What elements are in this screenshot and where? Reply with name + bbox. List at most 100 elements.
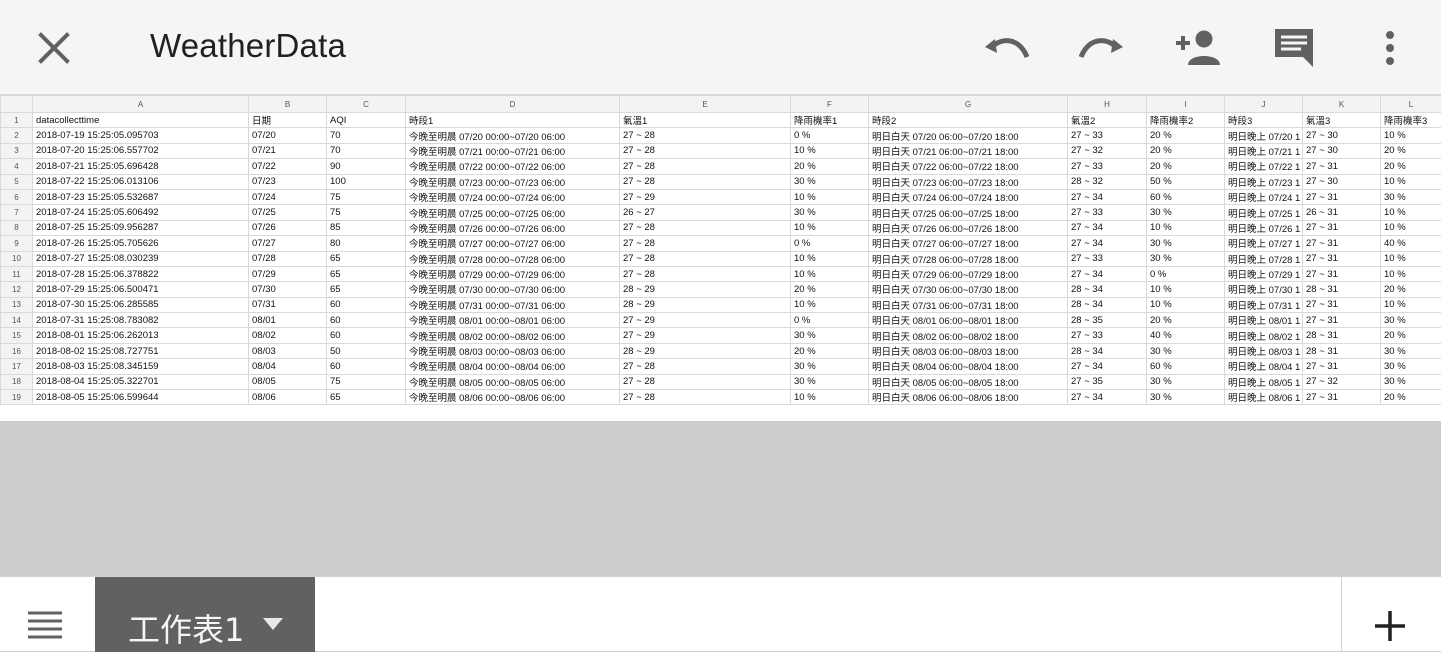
cell[interactable]: 60 — [327, 359, 406, 374]
cell[interactable]: 明日晚上 07/22 1 — [1225, 159, 1303, 174]
cell[interactable]: 27 ~ 28 — [620, 220, 791, 235]
cell[interactable]: 27 ~ 32 — [1068, 143, 1147, 158]
cell[interactable]: 27 ~ 31 — [1303, 390, 1381, 405]
add-sheet-button[interactable] — [1371, 607, 1409, 645]
cell[interactable]: 65 — [327, 266, 406, 281]
cell[interactable]: 65 — [327, 282, 406, 297]
row-number[interactable]: 4 — [1, 159, 33, 174]
cell[interactable]: 2018-07-25 15:25:09.956287 — [33, 220, 249, 235]
cell[interactable]: 明日晚上 08/03 1 — [1225, 343, 1303, 358]
cell[interactable]: 07/27 — [249, 236, 327, 251]
row-number[interactable]: 7 — [1, 205, 33, 220]
cell[interactable]: 27 ~ 28 — [620, 174, 791, 189]
cell[interactable]: 27 ~ 34 — [1068, 390, 1147, 405]
cell[interactable]: 28 ~ 34 — [1068, 282, 1147, 297]
cell[interactable]: 2018-07-28 15:25:06.378822 — [33, 266, 249, 281]
cell[interactable]: 27 ~ 31 — [1303, 189, 1381, 204]
cell[interactable]: 40 % — [1147, 328, 1225, 343]
cell[interactable]: 27 ~ 29 — [620, 189, 791, 204]
row-number[interactable]: 8 — [1, 220, 33, 235]
cell[interactable]: 27 ~ 31 — [1303, 313, 1381, 328]
cell[interactable]: 10 % — [791, 189, 869, 204]
cell[interactable]: 明日晚上 07/25 1 — [1225, 205, 1303, 220]
cell[interactable]: 今晚至明晨 08/03 00:00~08/03 06:00 — [406, 343, 620, 358]
cell[interactable]: 27 ~ 35 — [1068, 374, 1147, 389]
column-header[interactable]: J — [1225, 96, 1303, 113]
cell[interactable]: AQI — [327, 113, 406, 128]
cell[interactable]: 60 % — [1147, 189, 1225, 204]
cell[interactable]: 明日白天 08/01 06:00~08/01 18:00 — [869, 313, 1068, 328]
cell[interactable]: 今晚至明晨 07/26 00:00~07/26 06:00 — [406, 220, 620, 235]
cell[interactable]: 07/22 — [249, 159, 327, 174]
cell[interactable]: 0 % — [791, 128, 869, 143]
cell[interactable]: 明日晚上 08/06 1 — [1225, 390, 1303, 405]
cell[interactable]: 27 ~ 28 — [620, 128, 791, 143]
row-number[interactable]: 3 — [1, 143, 33, 158]
cell[interactable]: 30 % — [1147, 374, 1225, 389]
cell[interactable]: 08/06 — [249, 390, 327, 405]
cell[interactable]: 降雨機率1 — [791, 113, 869, 128]
cell[interactable]: 明日晚上 07/24 1 — [1225, 189, 1303, 204]
column-header[interactable]: I — [1147, 96, 1225, 113]
cell[interactable]: 10 % — [1381, 220, 1441, 235]
cell[interactable]: 27 ~ 31 — [1303, 266, 1381, 281]
cell[interactable]: 30 % — [1381, 359, 1441, 374]
cell[interactable]: 60 — [327, 297, 406, 312]
cell[interactable]: 明日白天 07/31 06:00~07/31 18:00 — [869, 297, 1068, 312]
cell[interactable]: 20 % — [1147, 128, 1225, 143]
cell[interactable]: 明日白天 07/21 06:00~07/21 18:00 — [869, 143, 1068, 158]
cell[interactable]: 28 ~ 35 — [1068, 313, 1147, 328]
cell[interactable]: 30 % — [791, 205, 869, 220]
cell[interactable]: 27 ~ 28 — [620, 236, 791, 251]
cell[interactable]: 50 % — [1147, 174, 1225, 189]
cell[interactable]: 今晚至明晨 08/02 00:00~08/02 06:00 — [406, 328, 620, 343]
cell[interactable]: 明日白天 08/03 06:00~08/03 18:00 — [869, 343, 1068, 358]
cell[interactable]: 07/31 — [249, 297, 327, 312]
cell[interactable]: 降雨機率3 — [1381, 113, 1441, 128]
cell[interactable]: 時段2 — [869, 113, 1068, 128]
cell[interactable]: 65 — [327, 251, 406, 266]
cell[interactable]: 28 ~ 31 — [1303, 328, 1381, 343]
cell[interactable]: 今晚至明晨 08/01 00:00~08/01 06:00 — [406, 313, 620, 328]
cell[interactable]: 20 % — [791, 282, 869, 297]
cell[interactable]: 07/30 — [249, 282, 327, 297]
cell[interactable]: 27 ~ 33 — [1068, 251, 1147, 266]
cell[interactable]: 27 ~ 28 — [620, 374, 791, 389]
cell[interactable]: 27 ~ 28 — [620, 143, 791, 158]
cell[interactable]: 10 % — [791, 266, 869, 281]
cell[interactable]: 明日白天 07/20 06:00~07/20 18:00 — [869, 128, 1068, 143]
row-number[interactable]: 5 — [1, 174, 33, 189]
row-number[interactable]: 14 — [1, 313, 33, 328]
cell[interactable]: 2018-07-20 15:25:06.557702 — [33, 143, 249, 158]
cell[interactable]: 今晚至明晨 07/23 00:00~07/23 06:00 — [406, 174, 620, 189]
cell[interactable]: 今晚至明晨 07/22 00:00~07/22 06:00 — [406, 159, 620, 174]
cell[interactable]: 20 % — [1147, 313, 1225, 328]
cell[interactable]: 80 — [327, 236, 406, 251]
cell[interactable]: 07/29 — [249, 266, 327, 281]
cell[interactable]: 2018-08-04 15:25:05.322701 — [33, 374, 249, 389]
cell[interactable]: 10 % — [1381, 205, 1441, 220]
cell[interactable]: 10 % — [1147, 297, 1225, 312]
cell[interactable]: 20 % — [1381, 143, 1441, 158]
row-number[interactable]: 11 — [1, 266, 33, 281]
close-button[interactable] — [30, 24, 78, 72]
sheet-list-button[interactable] — [28, 611, 64, 639]
cell[interactable]: 明日晚上 07/21 1 — [1225, 143, 1303, 158]
cell[interactable]: 08/01 — [249, 313, 327, 328]
cell[interactable]: 20 % — [1381, 159, 1441, 174]
cell[interactable]: 27 ~ 30 — [1303, 143, 1381, 158]
cell[interactable]: 明日白天 08/02 06:00~08/02 18:00 — [869, 328, 1068, 343]
cell[interactable]: 27 ~ 34 — [1068, 189, 1147, 204]
cell[interactable]: 時段1 — [406, 113, 620, 128]
cell[interactable]: 27 ~ 33 — [1068, 159, 1147, 174]
cell[interactable]: 27 ~ 33 — [1068, 128, 1147, 143]
cell[interactable]: 65 — [327, 390, 406, 405]
cell[interactable]: 日期 — [249, 113, 327, 128]
cell[interactable]: 27 ~ 34 — [1068, 359, 1147, 374]
cell[interactable]: 27 ~ 31 — [1303, 236, 1381, 251]
cell[interactable]: 明日白天 07/22 06:00~07/22 18:00 — [869, 159, 1068, 174]
cell[interactable]: 27 ~ 34 — [1068, 220, 1147, 235]
cell[interactable]: 30 % — [791, 374, 869, 389]
row-number[interactable]: 19 — [1, 390, 33, 405]
cell[interactable]: 今晚至明晨 07/31 00:00~07/31 06:00 — [406, 297, 620, 312]
